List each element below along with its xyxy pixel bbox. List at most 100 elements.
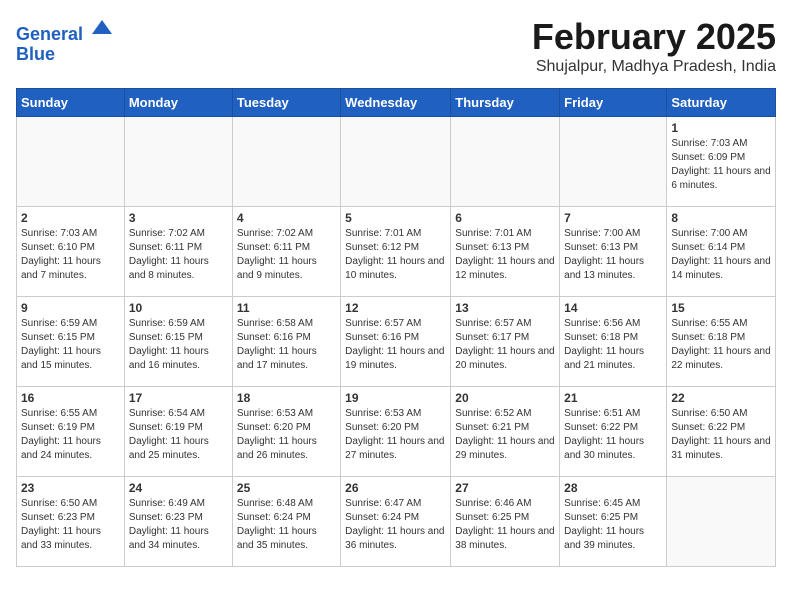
week-row-3: 16 Sunrise: 6:55 AM Sunset: 6:19 PM Dayli…: [17, 387, 776, 477]
day-info: Sunrise: 6:55 AM Sunset: 6:19 PM Dayligh…: [21, 407, 120, 463]
day-cell: 16 Sunrise: 6:55 AM Sunset: 6:19 PM Dayli…: [17, 387, 125, 477]
day-cell: 17 Sunrise: 6:54 AM Sunset: 6:19 PM Dayli…: [124, 387, 232, 477]
day-cell: 18Sunrise: 6:53 AM Sunset: 6:20 PM Dayli…: [232, 387, 340, 477]
day-cell: [341, 117, 451, 207]
day-number: 7: [564, 211, 662, 225]
day-cell: 9 Sunrise: 6:59 AM Sunset: 6:15 PM Daylig…: [17, 297, 125, 387]
day-cell: [451, 117, 560, 207]
week-row-0: 1 Sunrise: 7:03 AM Sunset: 6:09 PM Daylig…: [17, 117, 776, 207]
day-cell: 2 Sunrise: 7:03 AM Sunset: 6:10 PM Daylig…: [17, 207, 125, 297]
week-row-2: 9 Sunrise: 6:59 AM Sunset: 6:15 PM Daylig…: [17, 297, 776, 387]
day-cell: [17, 117, 125, 207]
day-info: Sunrise: 7:03 AM Sunset: 6:09 PM Dayligh…: [671, 137, 771, 193]
day-info: Sunrise: 6:45 AM Sunset: 6:25 PM Dayligh…: [564, 497, 662, 553]
day-info: Sunrise: 6:49 AM Sunset: 6:23 PM Dayligh…: [129, 497, 228, 553]
day-info: Sunrise: 6:50 AM Sunset: 6:23 PM Dayligh…: [21, 497, 120, 553]
day-cell: [232, 117, 340, 207]
day-cell: 21Sunrise: 6:51 AM Sunset: 6:22 PM Dayli…: [560, 387, 667, 477]
day-cell: 5 Sunrise: 7:01 AM Sunset: 6:12 PM Daylig…: [341, 207, 451, 297]
day-info: Sunrise: 6:55 AM Sunset: 6:18 PM Dayligh…: [671, 317, 771, 373]
day-info: Sunrise: 6:53 AM Sunset: 6:20 PM Dayligh…: [345, 407, 446, 463]
logo: General Blue: [16, 16, 114, 65]
day-info: Sunrise: 6:50 AM Sunset: 6:22 PM Dayligh…: [671, 407, 771, 463]
day-info: Sunrise: 6:51 AM Sunset: 6:22 PM Dayligh…: [564, 407, 662, 463]
day-number: 10: [129, 301, 228, 315]
location-title: Shujalpur, Madhya Pradesh, India: [532, 58, 776, 76]
day-info: Sunrise: 6:48 AM Sunset: 6:24 PM Dayligh…: [237, 497, 336, 553]
day-number: 2: [21, 211, 120, 225]
day-info: Sunrise: 6:52 AM Sunset: 6:21 PM Dayligh…: [455, 407, 555, 463]
day-cell: [560, 117, 667, 207]
day-info: Sunrise: 6:57 AM Sunset: 6:16 PM Dayligh…: [345, 317, 446, 373]
day-cell: 7Sunrise: 7:00 AM Sunset: 6:13 PM Daylig…: [560, 207, 667, 297]
day-number: 25: [237, 481, 336, 495]
header-thursday: Thursday: [451, 89, 560, 117]
day-info: Sunrise: 6:58 AM Sunset: 6:16 PM Dayligh…: [237, 317, 336, 373]
day-info: Sunrise: 6:56 AM Sunset: 6:18 PM Dayligh…: [564, 317, 662, 373]
day-cell: 25 Sunrise: 6:48 AM Sunset: 6:24 PM Dayli…: [232, 477, 340, 567]
day-cell: 13 Sunrise: 6:57 AM Sunset: 6:17 PM Dayli…: [451, 297, 560, 387]
day-number: 12: [345, 301, 446, 315]
day-info: Sunrise: 7:01 AM Sunset: 6:13 PM Dayligh…: [455, 227, 555, 283]
day-number: 19: [345, 391, 446, 405]
day-cell: 24 Sunrise: 6:49 AM Sunset: 6:23 PM Dayli…: [124, 477, 232, 567]
day-number: 8: [671, 211, 771, 225]
day-cell: 14Sunrise: 6:56 AM Sunset: 6:18 PM Dayli…: [560, 297, 667, 387]
day-info: Sunrise: 7:00 AM Sunset: 6:14 PM Dayligh…: [671, 227, 771, 283]
day-cell: 10 Sunrise: 6:59 AM Sunset: 6:15 PM Dayli…: [124, 297, 232, 387]
day-number: 15: [671, 301, 771, 315]
day-cell: 26 Sunrise: 6:47 AM Sunset: 6:24 PM Dayli…: [341, 477, 451, 567]
day-number: 20: [455, 391, 555, 405]
day-cell: [667, 477, 776, 567]
day-number: 6: [455, 211, 555, 225]
day-cell: 20 Sunrise: 6:52 AM Sunset: 6:21 PM Dayli…: [451, 387, 560, 477]
logo-line2: Blue: [16, 45, 114, 65]
day-cell: 27 Sunrise: 6:46 AM Sunset: 6:25 PM Dayli…: [451, 477, 560, 567]
day-number: 3: [129, 211, 228, 225]
day-number: 1: [671, 121, 771, 135]
day-info: Sunrise: 6:53 AM Sunset: 6:20 PM Dayligh…: [237, 407, 336, 463]
title-area: February 2025 Shujalpur, Madhya Pradesh,…: [532, 16, 776, 76]
logo-line1: General: [16, 24, 83, 44]
day-cell: 1 Sunrise: 7:03 AM Sunset: 6:09 PM Daylig…: [667, 117, 776, 207]
week-row-4: 23 Sunrise: 6:50 AM Sunset: 6:23 PM Dayli…: [17, 477, 776, 567]
day-cell: 3 Sunrise: 7:02 AM Sunset: 6:11 PM Daylig…: [124, 207, 232, 297]
header-wednesday: Wednesday: [341, 89, 451, 117]
month-title: February 2025: [532, 16, 776, 58]
day-number: 26: [345, 481, 446, 495]
calendar-header: SundayMondayTuesdayWednesdayThursdayFrid…: [17, 89, 776, 117]
day-info: Sunrise: 6:59 AM Sunset: 6:15 PM Dayligh…: [21, 317, 120, 373]
day-cell: 15 Sunrise: 6:55 AM Sunset: 6:18 PM Dayli…: [667, 297, 776, 387]
day-number: 5: [345, 211, 446, 225]
day-info: Sunrise: 7:03 AM Sunset: 6:10 PM Dayligh…: [21, 227, 120, 283]
day-number: 17: [129, 391, 228, 405]
calendar-table: SundayMondayTuesdayWednesdayThursdayFrid…: [16, 88, 776, 567]
header-tuesday: Tuesday: [232, 89, 340, 117]
day-cell: 4Sunrise: 7:02 AM Sunset: 6:11 PM Daylig…: [232, 207, 340, 297]
logo-text: General: [16, 16, 114, 45]
day-number: 4: [237, 211, 336, 225]
day-number: 9: [21, 301, 120, 315]
day-info: Sunrise: 7:02 AM Sunset: 6:11 PM Dayligh…: [129, 227, 228, 283]
day-info: Sunrise: 6:47 AM Sunset: 6:24 PM Dayligh…: [345, 497, 446, 553]
day-number: 24: [129, 481, 228, 495]
day-cell: 23 Sunrise: 6:50 AM Sunset: 6:23 PM Dayli…: [17, 477, 125, 567]
day-cell: 28Sunrise: 6:45 AM Sunset: 6:25 PM Dayli…: [560, 477, 667, 567]
logo-icon: [90, 16, 114, 40]
header-monday: Monday: [124, 89, 232, 117]
day-number: 13: [455, 301, 555, 315]
day-cell: 11Sunrise: 6:58 AM Sunset: 6:16 PM Dayli…: [232, 297, 340, 387]
day-number: 27: [455, 481, 555, 495]
day-cell: [124, 117, 232, 207]
day-info: Sunrise: 6:46 AM Sunset: 6:25 PM Dayligh…: [455, 497, 555, 553]
day-info: Sunrise: 6:54 AM Sunset: 6:19 PM Dayligh…: [129, 407, 228, 463]
week-row-1: 2 Sunrise: 7:03 AM Sunset: 6:10 PM Daylig…: [17, 207, 776, 297]
day-info: Sunrise: 7:01 AM Sunset: 6:12 PM Dayligh…: [345, 227, 446, 283]
day-info: Sunrise: 6:57 AM Sunset: 6:17 PM Dayligh…: [455, 317, 555, 373]
day-number: 23: [21, 481, 120, 495]
day-cell: 6 Sunrise: 7:01 AM Sunset: 6:13 PM Daylig…: [451, 207, 560, 297]
day-number: 16: [21, 391, 120, 405]
day-cell: 19 Sunrise: 6:53 AM Sunset: 6:20 PM Dayli…: [341, 387, 451, 477]
day-info: Sunrise: 6:59 AM Sunset: 6:15 PM Dayligh…: [129, 317, 228, 373]
header-sunday: Sunday: [17, 89, 125, 117]
